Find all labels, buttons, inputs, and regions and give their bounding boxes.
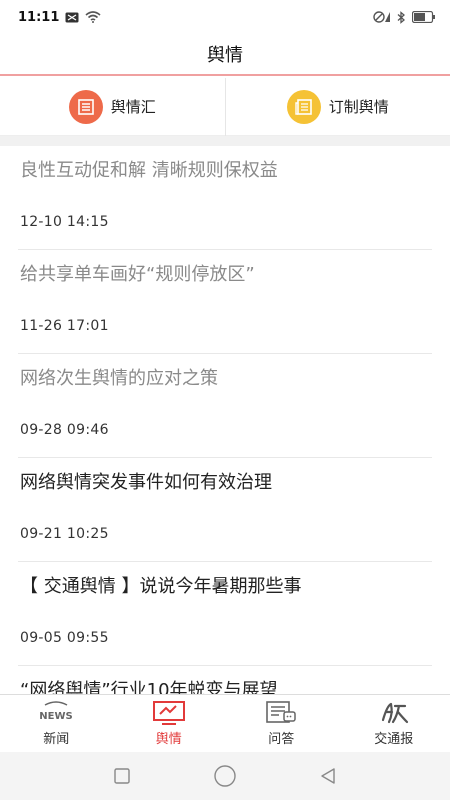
newspaper-icon: [286, 89, 321, 124]
bottom-tab-bar: NEWS 新闻 舆情 问答 交通报: [0, 694, 450, 752]
news-list: 良性互动促和解 清晰规则保权益 12-10 14:15 给共享单车画好“规则停放…: [0, 146, 450, 694]
section-gap: [0, 136, 450, 146]
home-button[interactable]: [210, 761, 240, 791]
news-title: 【 交通舆情 】说说今年暑期那些事: [20, 576, 302, 597]
news-title: “网络舆情”行业10年蜕变与展望: [20, 680, 278, 694]
news-title: 良性互动促和解 清晰规则保权益: [20, 160, 278, 181]
news-time: 11-26 17:01: [20, 318, 109, 334]
header: 舆情: [0, 34, 450, 76]
news-title: 网络次生舆情的应对之策: [20, 368, 218, 389]
tab-label: 新闻: [43, 732, 70, 747]
battery-icon: [412, 11, 436, 23]
news-title: 网络舆情突发事件如何有效治理: [20, 472, 272, 493]
tab-qa[interactable]: 问答: [225, 695, 338, 752]
status-left: 11:11: [18, 10, 101, 25]
signal-icon: [373, 11, 391, 23]
tab-label: 问答: [268, 732, 295, 747]
quick-action-yuqinghui[interactable]: 舆情汇: [0, 78, 225, 135]
status-time: 11:11: [18, 9, 60, 25]
tab-label: 交通报: [374, 732, 414, 747]
news-time: 12-10 14:15: [20, 214, 109, 230]
tab-news[interactable]: NEWS 新闻: [0, 695, 113, 752]
tab-jiaotongbao[interactable]: 交通报: [338, 695, 450, 752]
status-right: [373, 10, 436, 24]
quick-action-label: 订制舆情: [328, 98, 389, 116]
recents-button[interactable]: [107, 761, 137, 791]
document-icon: [68, 89, 103, 124]
news-icon: NEWS: [37, 700, 75, 726]
news-time: 09-05 09:55: [20, 630, 109, 646]
quick-action-custom[interactable]: 订制舆情: [226, 78, 450, 135]
newspaper-logo-icon: [377, 700, 411, 726]
list-item[interactable]: 良性互动促和解 清晰规则保权益 12-10 14:15: [18, 146, 432, 250]
news-title: 给共享单车画好“规则停放区”: [20, 264, 255, 285]
qa-icon: [264, 700, 298, 726]
system-nav-bar: [0, 752, 450, 800]
list-item[interactable]: “网络舆情”行业10年蜕变与展望: [18, 666, 432, 694]
monitor-icon: [152, 700, 186, 726]
list-item[interactable]: 网络次生舆情的应对之策 09-28 09:46: [18, 354, 432, 458]
status-bar: 11:11: [0, 0, 450, 34]
list-item[interactable]: 【 交通舆情 】说说今年暑期那些事 09-05 09:55: [18, 562, 432, 666]
tab-yuqing[interactable]: 舆情: [113, 695, 226, 752]
news-time: 09-28 09:46: [20, 422, 109, 438]
bluetooth-icon: [397, 10, 406, 24]
svg-text:NEWS: NEWS: [40, 711, 73, 722]
page-title: 舆情: [207, 45, 243, 66]
news-time: 09-21 10:25: [20, 526, 109, 542]
quick-action-label: 舆情汇: [110, 98, 156, 116]
message-icon: [65, 12, 79, 23]
wifi-icon: [85, 11, 101, 23]
back-button[interactable]: [313, 761, 343, 791]
list-item[interactable]: 给共享单车画好“规则停放区” 11-26 17:01: [18, 250, 432, 354]
list-item[interactable]: 网络舆情突发事件如何有效治理 09-21 10:25: [18, 458, 432, 562]
quick-actions: 舆情汇 订制舆情: [0, 78, 450, 136]
tab-label: 舆情: [155, 732, 182, 747]
